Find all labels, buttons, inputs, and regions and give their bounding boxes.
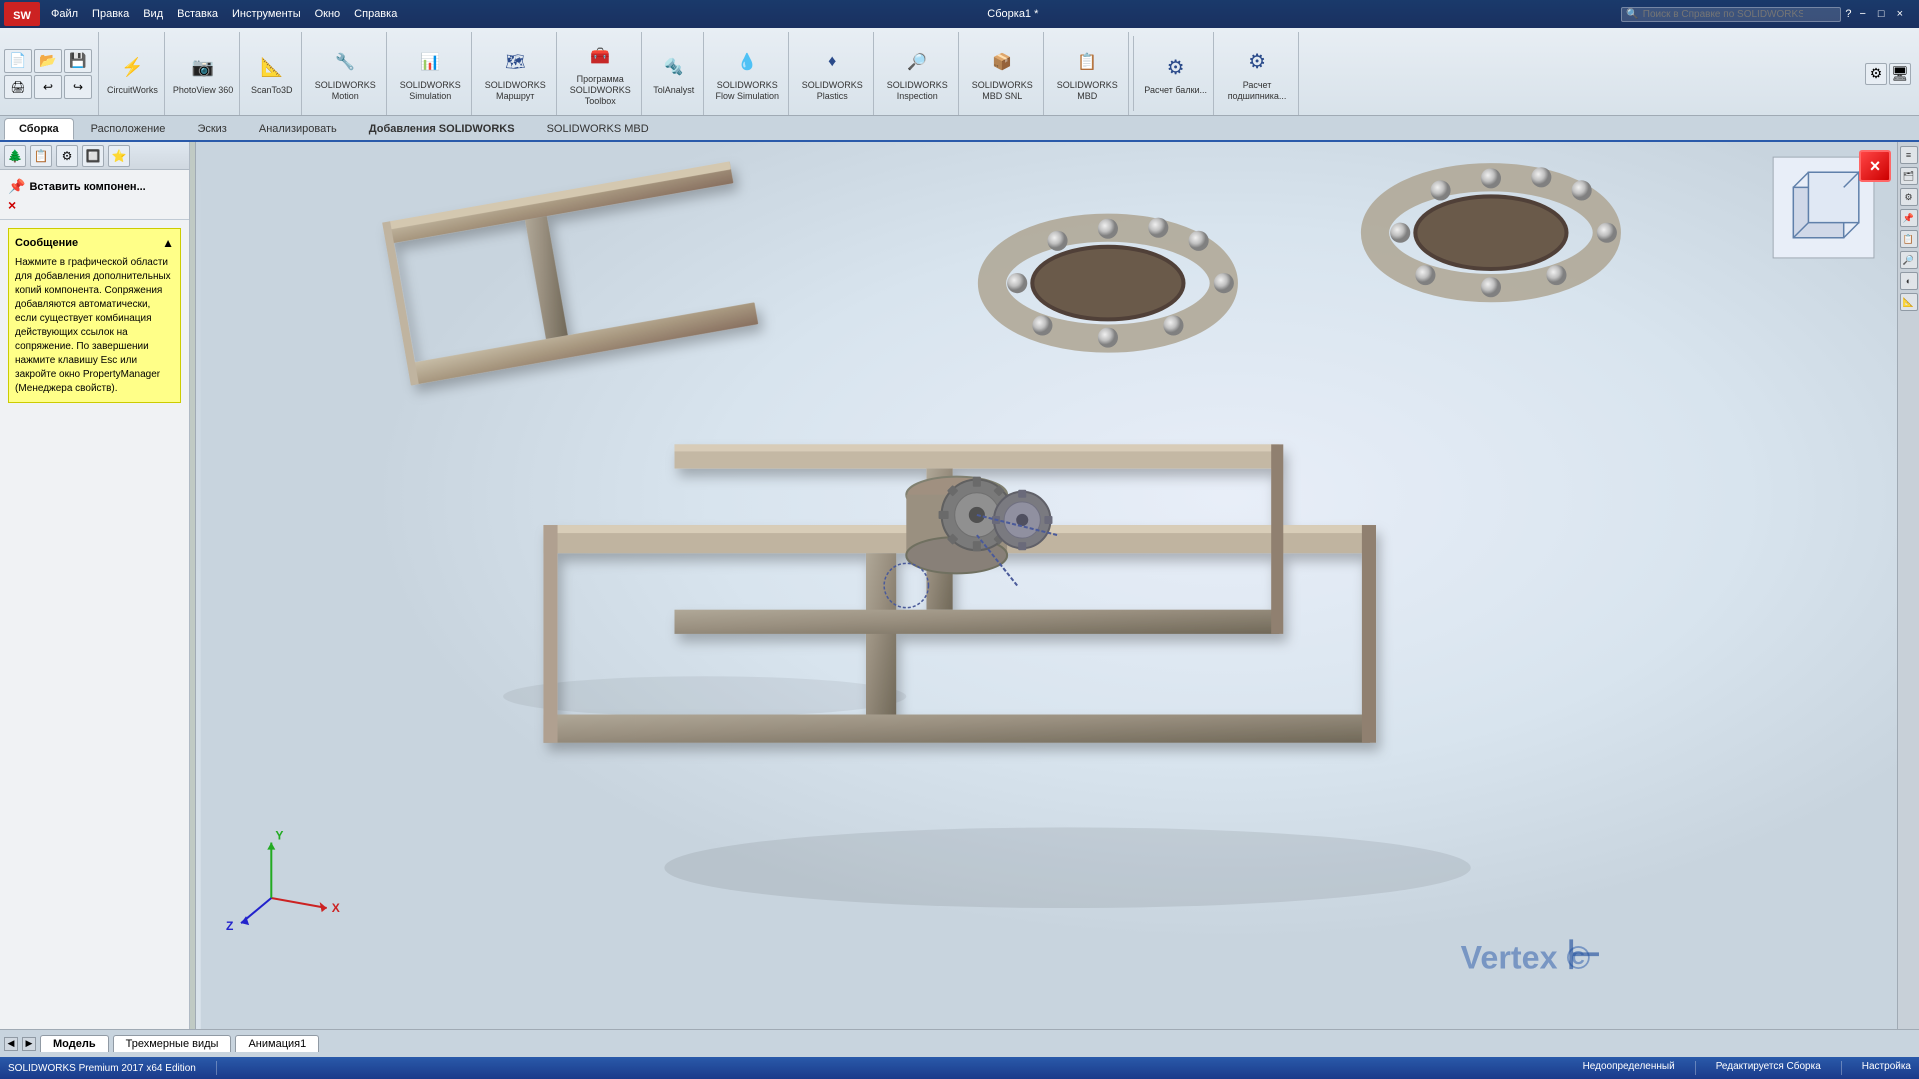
svg-text:SW: SW (13, 10, 31, 22)
tab-mbd[interactable]: SOLIDWORKS MBD (532, 118, 664, 140)
configurations-btn[interactable]: ⚙ (56, 145, 78, 167)
print-btn[interactable]: 🖨 (4, 75, 32, 99)
right-toolbar: ≡ 🗂 ⚙ 📌 📋 🔎 ◐ 📐 (1897, 142, 1919, 1029)
edition-text: SOLIDWORKS Premium 2017 x64 Edition (8, 1063, 196, 1074)
plastics-tool[interactable]: ♦ SOLIDWORKS Plastics (791, 32, 874, 115)
window-title: Сборка1 * (987, 8, 1038, 20)
tab-model[interactable]: Модель (40, 1035, 109, 1052)
tab-prev-btn[interactable]: ◀ (4, 1037, 18, 1051)
svg-text:X: X (332, 901, 340, 915)
routing-tool[interactable]: 🗺 SOLIDWORKS Маршрут (474, 32, 557, 115)
right-tool-7[interactable]: ◐ (1900, 272, 1918, 290)
menu-tools[interactable]: Инструменты (225, 5, 308, 23)
message-text: Нажмите в графической области для добавл… (15, 256, 174, 396)
open-btn[interactable]: 📂 (34, 49, 62, 73)
left-panel: 🌲 📋 ⚙ 🔲 ⭐ 📌 Вставить компонен... × Сообщ… (0, 142, 190, 1029)
insert-icon: 📌 (8, 178, 25, 195)
menu-window[interactable]: Окно (308, 5, 348, 23)
tab-sketch[interactable]: Эскиз (182, 118, 241, 140)
menu-bar: Файл Правка Вид Вставка Инструменты Окно… (44, 5, 404, 23)
inspection-tool[interactable]: 🔎 SOLIDWORKS Inspection (876, 32, 959, 115)
ribbontabs: Сборка Расположение Эскиз Анализировать … (0, 116, 1919, 142)
tolanalyst-tool[interactable]: 🔩 TolAnalyst (644, 32, 704, 115)
main-area: 🌲 📋 ⚙ 🔲 ⭐ 📌 Вставить компонен... × Сообщ… (0, 142, 1919, 1029)
menu-edit[interactable]: Правка (85, 5, 136, 23)
flow-simulation-tool[interactable]: 💧 SOLIDWORKS Flow Simulation (706, 32, 789, 115)
message-collapse-btn[interactable]: ▲ (162, 235, 174, 252)
feature-tree-btn[interactable]: 🌲 (4, 145, 26, 167)
right-tool-6[interactable]: 🔎 (1900, 251, 1918, 269)
commandbar: 📄 📂 💾 🖨 ↩ ↪ ⚡ CircuitWorks 📷 PhotoView 3… (0, 28, 1919, 116)
search-input[interactable] (1643, 9, 1803, 20)
panel-close-btn[interactable]: × (8, 197, 16, 213)
message-header: Сообщение ▲ (15, 235, 174, 252)
tab-addons[interactable]: Добавления SOLIDWORKS (354, 118, 530, 140)
close-window-btn[interactable]: × (1893, 8, 1907, 20)
right-tool-3[interactable]: ⚙ (1900, 188, 1918, 206)
panel-header: 🌲 📋 ⚙ 🔲 ⭐ (0, 142, 189, 170)
search-icon: 🔍 (1626, 9, 1638, 20)
insert-title: Вставить компонен... (29, 181, 145, 193)
display-states-btn[interactable]: 🔲 (82, 145, 104, 167)
menu-insert[interactable]: Вставка (170, 5, 225, 23)
message-title: Сообщение (15, 236, 78, 251)
tab-assembly[interactable]: Сборка (4, 118, 74, 140)
scanto3d-tool[interactable]: 📐 ScanTo3D (242, 32, 302, 115)
circuitworks-tool[interactable]: ⚡ CircuitWorks (101, 32, 165, 115)
new-btn[interactable]: 📄 (4, 49, 32, 73)
help-btn[interactable]: ? (1845, 8, 1851, 20)
svg-text:⊢: ⊢ (1567, 933, 1602, 978)
menu-file[interactable]: Файл (44, 5, 85, 23)
motion-tool[interactable]: 🔧 SOLIDWORKS Motion (304, 32, 387, 115)
tab-analyze[interactable]: Анализировать (244, 118, 352, 140)
statusbar: SOLIDWORKS Premium 2017 x64 Edition Недо… (0, 1057, 1919, 1079)
menu-view[interactable]: Вид (136, 5, 170, 23)
save-btn[interactable]: 💾 (64, 49, 92, 73)
simulation-tool[interactable]: 📊 SOLIDWORKS Simulation (389, 32, 472, 115)
right-tool-1[interactable]: ≡ (1900, 146, 1918, 164)
message-section: Сообщение ▲ Нажмите в графической област… (8, 228, 181, 403)
minimize-btn[interactable]: − (1855, 8, 1869, 20)
calc-beam-tool[interactable]: ⚙ Расчет балки... (1138, 32, 1214, 115)
display-options-btn[interactable]: 🖥 (1889, 63, 1911, 85)
view-settings-btn[interactable]: ⚙ (1865, 63, 1887, 85)
svg-text:Y: Y (275, 829, 283, 843)
right-tool-4[interactable]: 📌 (1900, 209, 1918, 227)
undo-btn[interactable]: ↩ (34, 75, 62, 99)
titlebar: SW Файл Правка Вид Вставка Инструменты О… (0, 0, 1919, 28)
right-tool-8[interactable]: 📐 (1900, 293, 1918, 311)
status-underdefined: Недоопределенный (1583, 1061, 1675, 1075)
status-editing: Редактируется Сборка (1716, 1061, 1821, 1075)
menu-help[interactable]: Справка (347, 5, 404, 23)
photoview-tool[interactable]: 📷 PhotoView 360 (167, 32, 240, 115)
property-manager-close-btn[interactable]: × (1859, 150, 1891, 182)
properties-btn[interactable]: 📋 (30, 145, 52, 167)
toolbox-tool[interactable]: 🧰 Программа SOLIDWORKS Toolbox (559, 32, 642, 115)
right-tool-5[interactable]: 📋 (1900, 230, 1918, 248)
sw-logo: SW (4, 2, 40, 26)
viewport[interactable]: X Y Z Vertex © ⊢ × (196, 142, 1919, 1029)
status-settings[interactable]: Настройка (1862, 1061, 1911, 1075)
favorites-btn[interactable]: ⭐ (108, 145, 130, 167)
insert-component-section: 📌 Вставить компонен... × (0, 170, 189, 220)
tab-3dviews[interactable]: Трехмерные виды (113, 1035, 232, 1052)
svg-text:Z: Z (226, 919, 234, 933)
tab-animation1[interactable]: Анимация1 (235, 1035, 319, 1052)
maximize-btn[interactable]: □ (1874, 8, 1889, 20)
tab-layout[interactable]: Расположение (76, 118, 181, 140)
right-tool-2[interactable]: 🗂 (1900, 167, 1918, 185)
tab-next-btn[interactable]: ▶ (22, 1037, 36, 1051)
bottom-tabs: ◀ ▶ Модель Трехмерные виды Анимация1 (0, 1029, 1919, 1057)
mbd-tool[interactable]: 📋 SOLIDWORKS MBD (1046, 32, 1129, 115)
redo-btn[interactable]: ↪ (64, 75, 92, 99)
calc-bearing-tool[interactable]: ⚙ Расчет подшипника... (1216, 32, 1299, 115)
mbd-snl-tool[interactable]: 📦 SOLIDWORKS MBD SNL (961, 32, 1044, 115)
